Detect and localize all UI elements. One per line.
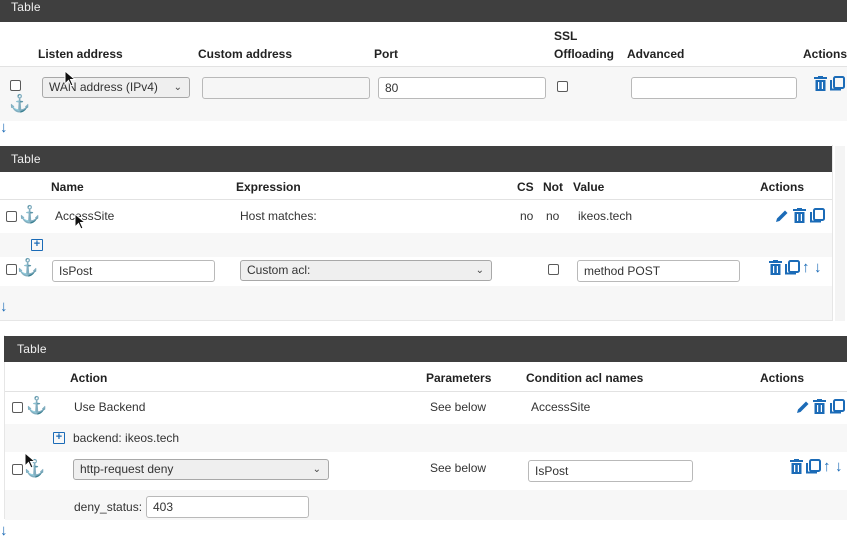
table1-header-custom: Custom address [198,47,293,61]
trash-icon[interactable] [769,260,782,275]
arrow-down-icon[interactable]: ↓ [0,299,8,314]
table1-header-port: Port [374,47,398,61]
arrow-up-icon[interactable]: ↑ [823,459,831,474]
table2-row1-checkbox[interactable] [6,211,17,222]
table1-header-listen: Listen address [38,47,123,61]
deny-status-input[interactable]: 403 [146,496,309,518]
table2-scrollbar[interactable] [835,146,845,321]
chevron-down-icon: ⌄ [173,82,182,93]
table2-header-actions: Actions [760,180,805,194]
acl-not-checkbox[interactable] [548,264,559,275]
anchor-icon[interactable]: ⚓ [26,397,47,414]
arrow-up-icon[interactable]: ↑ [802,260,810,275]
acl-value: ikeos.tech [578,209,633,223]
table1-title: Table [11,0,41,14]
rule-action: Use Backend [74,400,146,414]
arrow-down-icon[interactable]: ↓ [814,260,822,275]
table1-header-advanced: Advanced [627,47,685,61]
rule-action-value: http-request deny [80,462,174,476]
rule-action-select[interactable]: http-request deny ⌄ [73,459,329,480]
rule-parameters: See below [430,461,487,475]
rule-detail: backend: ikeos.tech [73,431,180,445]
deny-status-label: deny_status: [74,500,143,514]
arrow-down-icon[interactable]: ↓ [0,523,8,538]
anchor-icon[interactable]: ⚓ [9,95,30,112]
trash-icon[interactable] [790,459,803,474]
anchor-icon[interactable]: ⚓ [17,259,38,276]
table3-title-bar: Table [4,336,847,362]
ssl-offloading-checkbox[interactable] [557,81,568,92]
table2-row2-checkbox[interactable] [6,264,17,275]
acl-cs: no [520,209,534,223]
table2-title-bar: Table [0,146,832,172]
acl-expression-value: Custom acl: [247,263,311,277]
table1-title-bar: Table [0,0,847,22]
table3-row1-checkbox[interactable] [12,402,23,413]
acl-expression-select[interactable]: Custom acl: ⌄ [240,260,492,281]
acl-value-input[interactable]: method POST [577,260,740,282]
table3-header-action: Action [70,371,108,385]
table3-header-condition: Condition acl names [526,371,644,385]
table2-detail-row [0,233,832,257]
copy-icon[interactable] [810,208,825,223]
pencil-icon[interactable] [775,209,789,223]
table1-header-ssl-line1: SSL [554,29,578,43]
table1-header-actions: Actions [803,47,847,61]
expand-plus-icon[interactable]: + [31,239,43,251]
table2-header-name: Name [51,180,84,194]
rule-condition: AccessSite [531,400,591,414]
rule-condition-input[interactable]: IsPost [528,460,693,482]
acl-not: no [546,209,560,223]
cursor-icon [74,213,86,230]
copy-icon[interactable] [830,76,845,91]
table2-footer-row [0,286,832,320]
cursor-icon [24,452,36,469]
chevron-down-icon: ⌄ [475,265,484,276]
expand-plus-icon[interactable]: + [53,432,65,444]
custom-address-input[interactable] [202,77,370,99]
table2-header-cs: CS [517,180,534,194]
table2-header-expression: Expression [236,180,301,194]
table2-title: Table [11,152,41,166]
arrow-down-icon[interactable]: ↓ [835,459,843,474]
table3-header-parameters: Parameters [426,371,492,385]
anchor-icon[interactable]: ⚓ [19,206,40,223]
copy-icon[interactable] [806,459,821,474]
chevron-down-icon: ⌄ [312,464,321,475]
trash-icon[interactable] [814,76,827,91]
acl-name-input[interactable]: IsPost [52,260,215,282]
copy-icon[interactable] [785,260,800,275]
table1-header-ssl-line2: Offloading [554,47,614,61]
copy-icon[interactable] [830,399,845,414]
trash-icon[interactable] [813,399,826,414]
table2-header-divider [0,199,832,200]
table2-header-not: Not [543,180,563,194]
table3-header-divider [5,391,847,392]
advanced-input[interactable] [631,77,797,99]
port-input[interactable]: 80 [378,77,546,99]
table3-title: Table [17,342,47,356]
cursor-icon [64,70,76,87]
arrow-down-icon[interactable]: ↓ [0,120,8,135]
trash-icon[interactable] [793,208,806,223]
table3-row2-checkbox[interactable] [12,464,23,475]
table3-header-actions: Actions [760,371,805,385]
pencil-icon[interactable] [796,400,810,414]
table1-row-checkbox[interactable] [10,80,21,91]
table2-header-value: Value [573,180,605,194]
acl-expression: Host matches: [240,209,317,223]
rule-parameters: See below [430,400,487,414]
